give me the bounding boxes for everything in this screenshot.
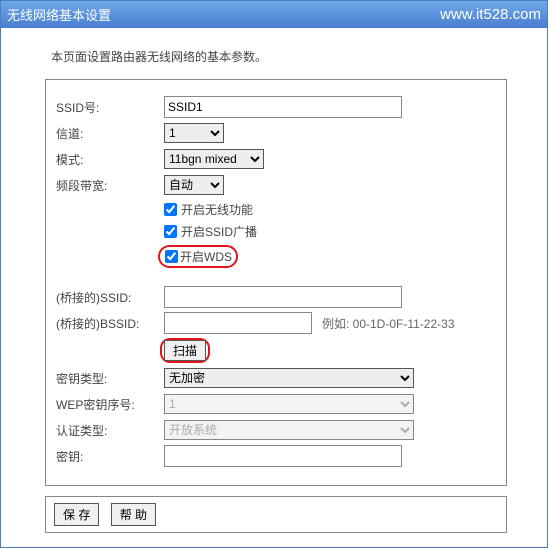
save-button[interactable]: 保 存 bbox=[54, 503, 99, 526]
scan-highlight: 扫描 bbox=[160, 338, 210, 363]
page-description: 本页面设置路由器无线网络的基本参数。 bbox=[51, 48, 507, 65]
enable-wireless-label: 开启无线功能 bbox=[181, 201, 253, 218]
key-label: 密钥: bbox=[56, 448, 164, 465]
bssid-example: 例如: 00-1D-0F-11-22-33 bbox=[322, 315, 455, 332]
scan-button[interactable]: 扫描 bbox=[164, 340, 206, 361]
key-input[interactable] bbox=[164, 445, 402, 467]
bandwidth-select[interactable]: 自动 bbox=[164, 175, 224, 195]
bridge-ssid-label: (桥接的)SSID: bbox=[56, 289, 164, 306]
auth-type-label: 认证类型: bbox=[56, 422, 164, 439]
bridge-bssid-input[interactable] bbox=[164, 312, 312, 334]
content-area: 本页面设置路由器无线网络的基本参数。 SSID号: 信道: 1 模式: bbox=[1, 28, 547, 547]
enable-ssid-broadcast-label: 开启SSID广播 bbox=[181, 223, 257, 240]
wep-index-label: WEP密钥序号: bbox=[56, 396, 164, 413]
help-button[interactable]: 帮 助 bbox=[111, 503, 156, 526]
bandwidth-label: 频段带宽: bbox=[56, 177, 164, 194]
mode-label: 模式: bbox=[56, 151, 164, 168]
bridge-bssid-label: (桥接的)BSSID: bbox=[56, 315, 164, 332]
wds-highlight: 开启WDS bbox=[158, 245, 238, 268]
settings-window: 无线网络基本设置 www.it528.com 本页面设置路由器无线网络的基本参数… bbox=[0, 0, 548, 548]
ssid-label: SSID号: bbox=[56, 99, 164, 116]
watermark: www.it528.com bbox=[440, 6, 541, 23]
enable-wds-label: 开启WDS bbox=[180, 248, 232, 265]
ssid-input[interactable] bbox=[164, 96, 402, 118]
mode-select[interactable]: 11bgn mixed bbox=[164, 149, 264, 169]
enable-wds-checkbox[interactable] bbox=[165, 250, 178, 263]
enable-ssid-broadcast-checkbox[interactable] bbox=[164, 225, 177, 238]
key-type-label: 密钥类型: bbox=[56, 370, 164, 387]
footer-buttons: 保 存 帮 助 bbox=[45, 496, 507, 533]
enable-wireless-checkbox[interactable] bbox=[164, 203, 177, 216]
auth-type-select: 开放系统 bbox=[164, 420, 414, 440]
settings-panel: SSID号: 信道: 1 模式: 11bgn mixed bbox=[45, 79, 507, 486]
titlebar: 无线网络基本设置 www.it528.com bbox=[1, 1, 547, 28]
channel-select[interactable]: 1 bbox=[164, 123, 224, 143]
key-type-select[interactable]: 无加密 bbox=[164, 368, 414, 388]
bridge-ssid-input[interactable] bbox=[164, 286, 402, 308]
channel-label: 信道: bbox=[56, 125, 164, 142]
wep-index-select: 1 bbox=[164, 394, 414, 414]
window-title: 无线网络基本设置 bbox=[7, 5, 111, 24]
